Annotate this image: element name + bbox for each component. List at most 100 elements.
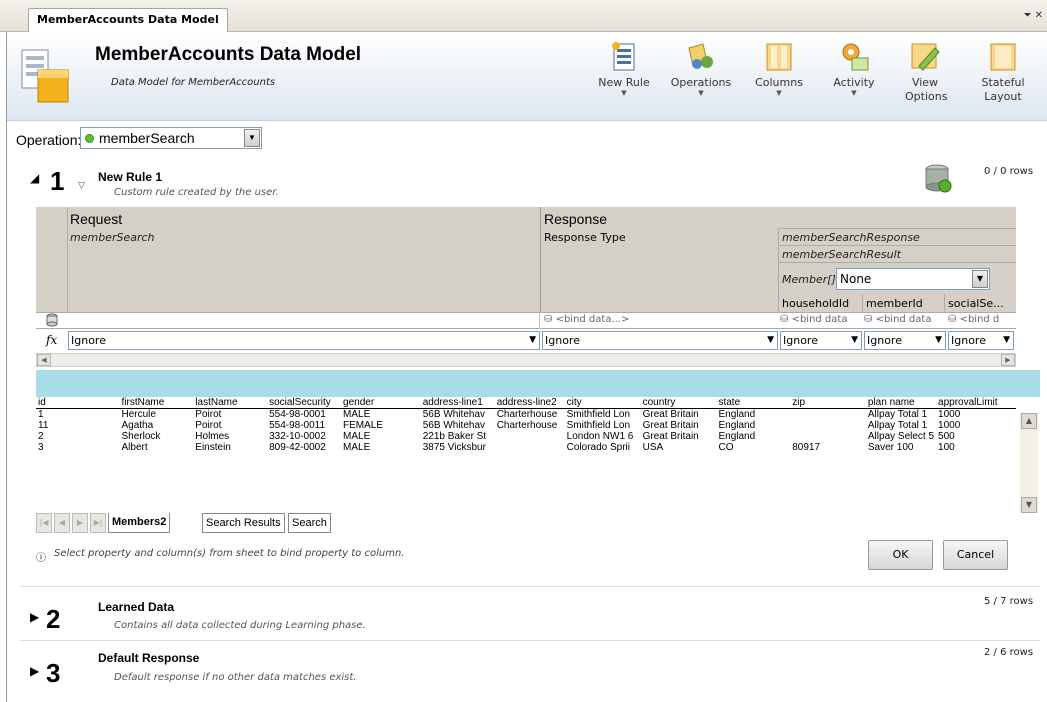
table-cell[interactable]: Charterhouse [495, 409, 565, 421]
table-cell[interactable]: MALE [341, 409, 421, 421]
table-cell[interactable]: 221b Baker St [421, 431, 495, 442]
fx-select-response[interactable]: Ignore ▼ [542, 331, 778, 350]
first-sheet-icon[interactable]: |◀ [36, 513, 52, 533]
table-cell[interactable]: Colorado Sprii [565, 442, 641, 453]
columns-button[interactable]: Columns ▼ [747, 40, 811, 97]
ok-button[interactable]: OK [868, 540, 933, 570]
response-name[interactable]: memberSearchResponse [782, 231, 920, 244]
sheet-col-header[interactable]: gender [341, 397, 421, 409]
table-cell[interactable]: 2 [36, 431, 119, 442]
table-cell[interactable]: Allpay Total 1 [866, 420, 936, 431]
sheet-col-header[interactable]: address-line2 [494, 397, 565, 409]
sheet-col-header[interactable]: address-line1 [420, 397, 495, 409]
table-cell[interactable] [790, 431, 866, 442]
table-cell[interactable]: Albert [119, 442, 193, 453]
table-cell[interactable] [790, 420, 866, 431]
view-options-button[interactable]: View Options [892, 40, 958, 104]
next-sheet-icon[interactable]: ▶ [72, 513, 88, 533]
prev-sheet-icon[interactable]: ◀ [54, 513, 70, 533]
table-row[interactable]: 11 Agatha Poirot 554-98-0011 FEMALE 56B White… [36, 420, 1016, 431]
table-cell[interactable]: London NW1 6 [565, 431, 641, 442]
rule-3-expand-icon[interactable]: ▶ [30, 664, 39, 678]
scroll-down-icon[interactable]: ▼ [1021, 497, 1037, 513]
table-cell[interactable]: 500 [936, 431, 1016, 442]
rule-1-collapse-icon[interactable]: ◢ [30, 171, 39, 185]
table-cell[interactable]: England [716, 420, 790, 431]
table-cell[interactable]: 809-42-0002 [267, 442, 341, 453]
document-tab[interactable]: MemberAccounts Data Model [28, 8, 228, 32]
table-cell[interactable]: Great Britain [641, 409, 717, 421]
fx-select-socialsecurity[interactable]: Ignore ▼ [948, 331, 1014, 350]
table-cell[interactable]: Agatha [119, 420, 193, 431]
sheet-col-header[interactable]: zip [790, 397, 866, 409]
column-socialsecurity[interactable]: socialSe... [948, 297, 1004, 310]
bind-cell-householdId[interactable]: ⛁ <bind data [780, 314, 847, 325]
table-cell[interactable] [790, 409, 866, 421]
tab-menu-button[interactable]: ⏷ ✕ [1023, 10, 1043, 21]
sheet-col-header[interactable]: approvalLimit [936, 397, 1016, 409]
table-row[interactable]: 1 Hercule Poirot 554-98-0001 MALE 56B Whiteha… [36, 409, 1016, 421]
table-cell[interactable]: Einstein [193, 442, 267, 453]
bind-cell-socialsecurity[interactable]: ⛁ <bind d [948, 314, 999, 325]
sheet-col-header[interactable]: lastName [193, 397, 268, 409]
table-cell[interactable]: Holmes [193, 431, 267, 442]
table-cell[interactable]: USA [641, 442, 717, 453]
table-cell[interactable]: Great Britain [641, 431, 717, 442]
fx-select-householdId[interactable]: Ignore ▼ [780, 331, 862, 350]
table-cell[interactable]: 1000 [936, 409, 1016, 421]
tab-members2[interactable]: Members2 [108, 513, 171, 533]
table-cell[interactable]: Poirot [193, 420, 267, 431]
table-cell[interactable]: 1 [36, 409, 119, 421]
bind-cell-response[interactable]: ⛁ <bind data...> [544, 314, 629, 325]
column-householdId[interactable]: householdId [782, 297, 849, 310]
table-cell[interactable]: Great Britain [641, 420, 717, 431]
table-cell[interactable]: 554-98-0011 [267, 420, 341, 431]
table-cell[interactable]: 56B Whitehav [421, 409, 495, 421]
stateful-layout-button[interactable]: Stateful Layout [972, 40, 1034, 104]
horizontal-scrollbar[interactable]: ◀ ▶ [36, 353, 1016, 367]
table-cell[interactable]: MALE [341, 442, 421, 453]
table-cell[interactable]: Smithfield Lon [565, 409, 641, 421]
table-cell[interactable]: Smithfield Lon [565, 420, 641, 431]
table-cell[interactable]: 56B Whitehav [421, 420, 495, 431]
tab-search[interactable]: Search [288, 513, 331, 533]
tab-search-results[interactable]: Search Results [202, 513, 285, 533]
scroll-right-icon[interactable]: ▶ [1001, 354, 1015, 366]
table-cell[interactable]: CO [716, 442, 790, 453]
rule-2-expand-icon[interactable]: ▶ [30, 610, 39, 624]
result-name[interactable]: memberSearchResult [782, 248, 901, 261]
table-cell[interactable]: 100 [936, 442, 1016, 453]
table-cell[interactable]: 332-10-0002 [267, 431, 341, 442]
table-cell[interactable]: Sherlock [119, 431, 193, 442]
table-cell[interactable]: Poirot [193, 409, 267, 421]
table-cell[interactable]: Hercule [119, 409, 193, 421]
table-cell[interactable]: Charterhouse [495, 420, 565, 431]
column-memberId[interactable]: memberId [866, 297, 923, 310]
table-cell[interactable]: 3875 Vicksbur [421, 442, 495, 453]
operation-select[interactable]: memberSearch ▼ [80, 127, 262, 149]
table-cell[interactable]: 11 [36, 420, 119, 431]
table-cell[interactable]: Saver 100 [866, 442, 936, 453]
bind-cell-request[interactable] [68, 312, 540, 329]
fx-select-memberId[interactable]: Ignore ▼ [864, 331, 946, 350]
table-cell[interactable]: 1000 [936, 420, 1016, 431]
table-cell[interactable]: 80917 [790, 442, 866, 453]
table-cell[interactable]: Allpay Select 5 [866, 431, 936, 442]
chevron-down-icon[interactable]: ▼ [972, 270, 988, 288]
scroll-left-icon[interactable]: ◀ [37, 354, 51, 366]
table-row[interactable]: 2 Sherlock Holmes 332-10-0002 MALE 221b Baker… [36, 431, 1016, 442]
table-cell[interactable]: 554-98-0001 [267, 409, 341, 421]
database-icon[interactable] [924, 163, 954, 195]
request-op-name[interactable]: memberSearch [70, 231, 155, 244]
table-cell[interactable]: England [716, 431, 790, 442]
activity-button[interactable]: Activity ▼ [824, 40, 884, 97]
sheet-col-header[interactable]: city [564, 397, 641, 409]
last-sheet-icon[interactable]: ▶| [90, 513, 106, 533]
table-row[interactable]: 3 Albert Einstein 809-42-0002 MALE 3875 Vicks… [36, 442, 1016, 453]
table-cell[interactable]: MALE [341, 431, 421, 442]
sheet-col-header[interactable]: plan name [865, 397, 937, 409]
data-sheet[interactable]: id firstName lastName socialSecurity gender a… [36, 397, 1016, 505]
rule-1-menu-icon[interactable]: ▽ [78, 181, 85, 191]
chevron-down-icon[interactable]: ▼ [244, 129, 260, 147]
table-cell[interactable]: FEMALE [341, 420, 421, 431]
